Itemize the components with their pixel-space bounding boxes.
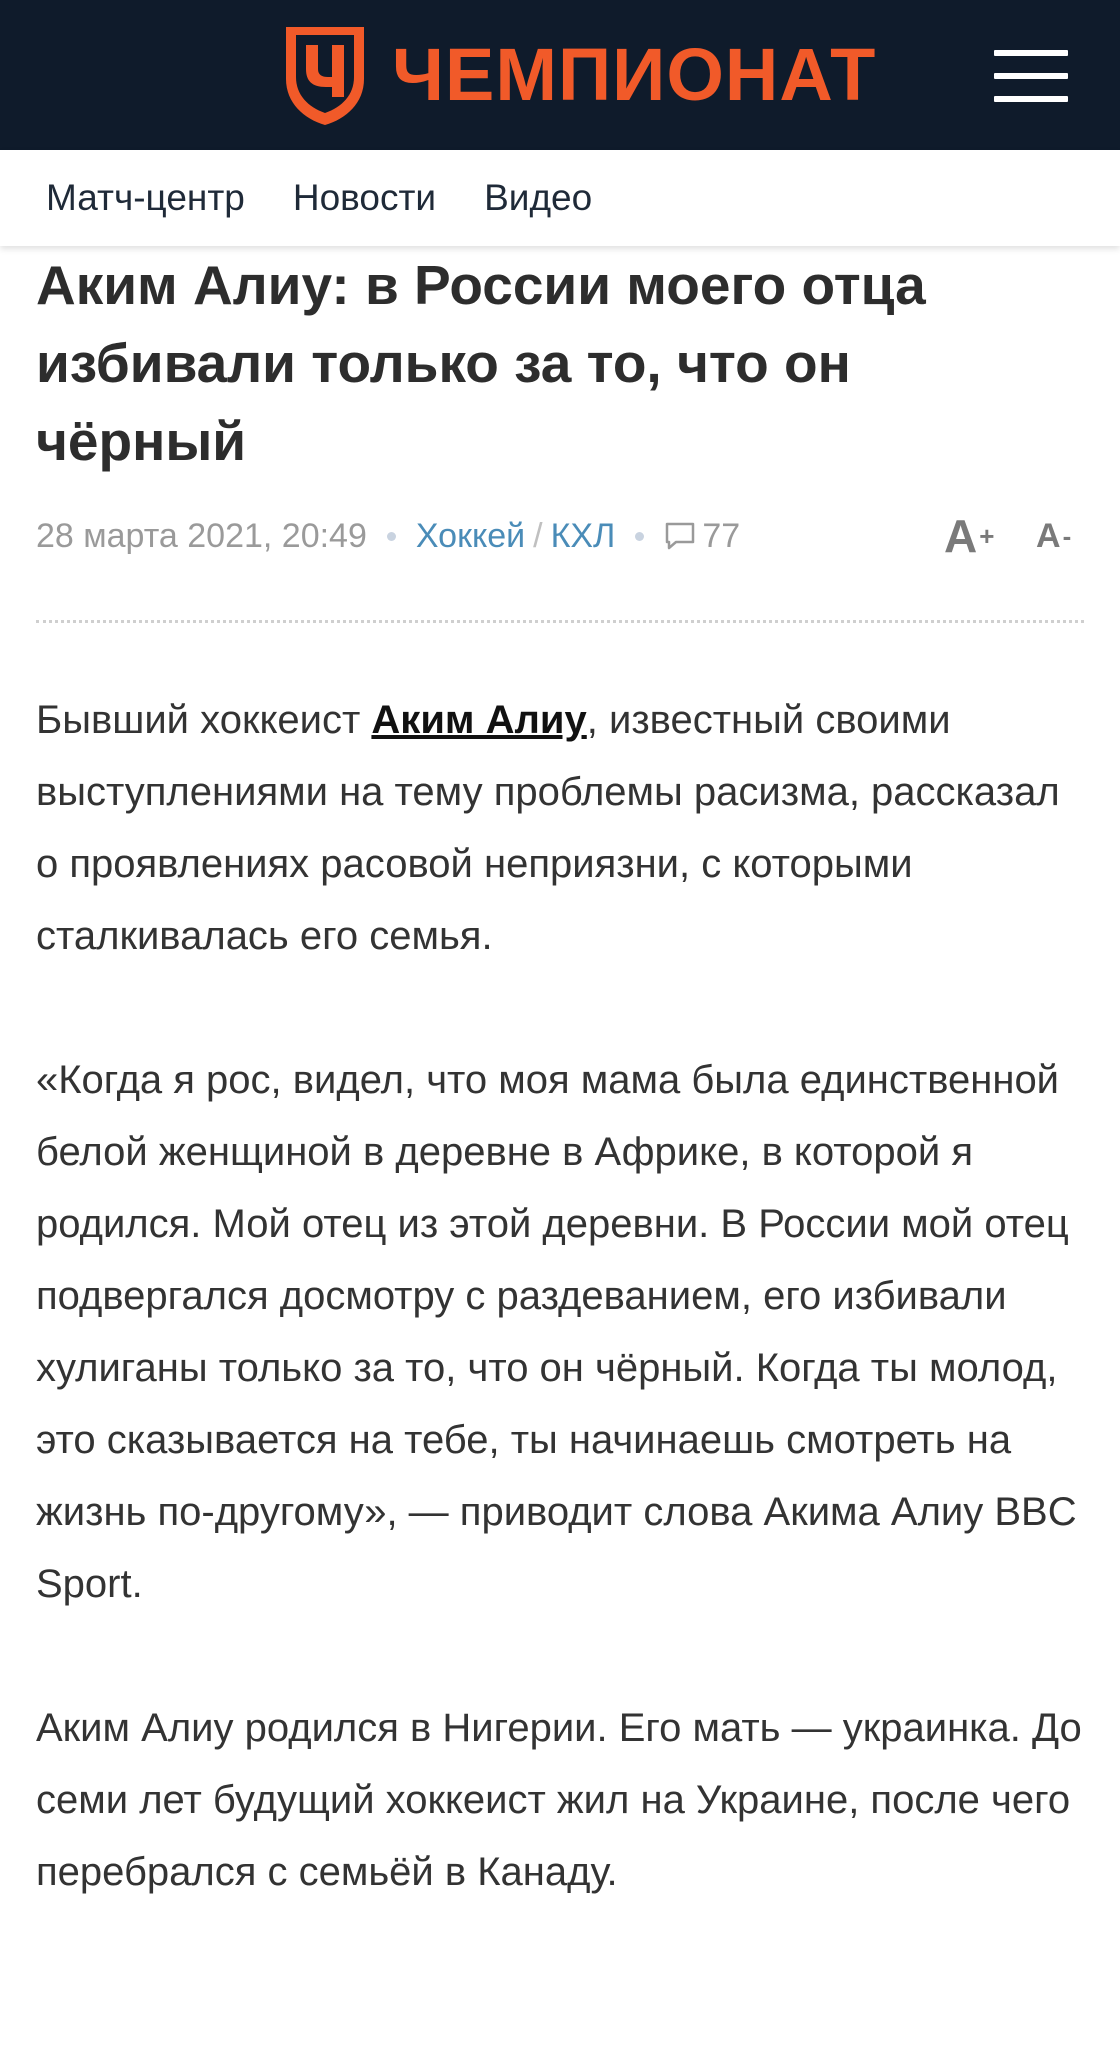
article-body: Бывший хоккеист Аким Алиу, известный сво… — [36, 684, 1086, 1980]
font-increase-button[interactable]: А + — [944, 508, 994, 564]
comment-icon[interactable] — [664, 521, 696, 551]
article-paragraph: «Когда я рос, видел, что моя мама была е… — [36, 1058, 1077, 1606]
meta-separator-dot — [386, 531, 396, 541]
nav-item-video[interactable]: Видео — [484, 177, 592, 219]
article-paragraph: Аким Алиу родился в Нигерии. Его мать — … — [36, 1706, 1082, 1894]
publish-date: 28 марта 2021, 20:49 — [36, 516, 367, 555]
comments-count[interactable]: 77 — [702, 517, 740, 556]
person-link[interactable]: Аким Алиу — [371, 698, 586, 742]
article-meta: 28 марта 2021, 20:49 Хоккей / КХЛ 77 А + … — [36, 508, 1084, 564]
article-paragraph: Бывший хоккеист Аким Алиу, известный сво… — [36, 698, 1060, 958]
article-title: Аким Алиу: в России моего отца избивали … — [36, 254, 926, 472]
logo-wordmark: ЧЕМПИОНАТ — [392, 33, 877, 116]
nav-item-match-center[interactable]: Матч-центр — [46, 177, 245, 219]
meta-divider — [36, 620, 1084, 623]
subcategory-link[interactable]: КХЛ — [551, 517, 616, 556]
hamburger-icon[interactable] — [994, 50, 1068, 102]
section-nav: Матч-центр Новости Видео — [0, 150, 1120, 246]
nav-item-news[interactable]: Новости — [293, 177, 436, 219]
category-separator: / — [533, 516, 543, 555]
category-link[interactable]: Хоккей — [416, 517, 525, 556]
shield-logo-icon — [286, 27, 364, 125]
font-decrease-button[interactable]: А- — [1036, 508, 1071, 564]
meta-separator-dot — [635, 531, 645, 541]
site-logo[interactable]: ЧЕМПИОНАТ — [282, 22, 876, 128]
top-header: ЧЕМПИОНАТ — [0, 0, 1120, 150]
